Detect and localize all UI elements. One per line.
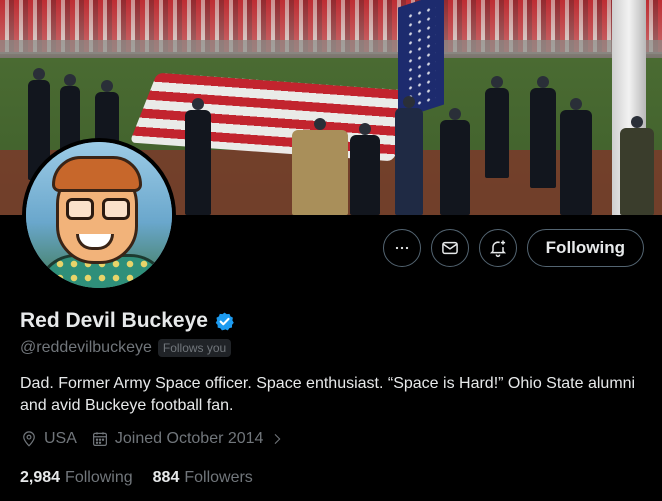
profile-bio: Dad. Former Army Space officer. Space en… [20,375,636,414]
notification-bell-icon [489,240,506,258]
joined-text: Joined October 2014 [114,430,264,447]
banner-soldier [292,118,348,215]
chevron-right-icon [275,433,281,445]
banner-soldier [620,116,654,215]
calendar-icon [92,432,107,446]
profile-avatar[interactable] [22,138,176,292]
avatar-glasses-left [66,198,94,220]
handle-row: @reddevilbuckeye Follows you [20,339,232,357]
notification-button[interactable] [478,229,517,267]
more-button[interactable] [382,229,421,267]
message-icon [441,241,458,255]
following-count-link[interactable]: 2,984 Following [20,469,133,487]
banner-soldier [350,123,380,215]
avatar-hair [52,156,142,192]
banner-soldier [395,96,423,215]
profile-actions: Following [382,229,644,267]
message-button[interactable] [430,229,469,267]
profile-meta: USA Joined October 2014 [20,430,285,448]
more-icon [395,246,408,250]
verified-badge-icon[interactable] [214,311,235,332]
avatar-glasses-right [102,198,130,220]
following-button[interactable]: Following [526,229,644,267]
location-item: USA [20,430,77,448]
banner-soldier [485,76,509,178]
location-text: USA [44,430,77,447]
profile-name-row: Red Devil Buckeye [20,309,235,333]
username-handle: @reddevilbuckeye [20,339,152,356]
banner-soldier [530,76,556,188]
follows-you-badge: Follows you [157,339,232,357]
following-count: 2,984 [20,469,61,486]
banner-soldier [560,98,592,215]
followers-count: 884 [152,469,180,486]
joined-item[interactable]: Joined October 2014 [91,430,286,448]
followers-label: Followers [184,469,253,486]
display-name: Red Devil Buckeye [20,309,208,332]
banner-soldier [440,108,470,215]
location-pin-icon [23,431,35,447]
banner-soldier [185,98,211,215]
followers-count-link[interactable]: 884 Followers [153,469,253,487]
banner-stands [0,40,662,54]
following-label: Following [65,469,133,486]
follow-counts: 2,984 Following 884 Followers [20,469,253,487]
